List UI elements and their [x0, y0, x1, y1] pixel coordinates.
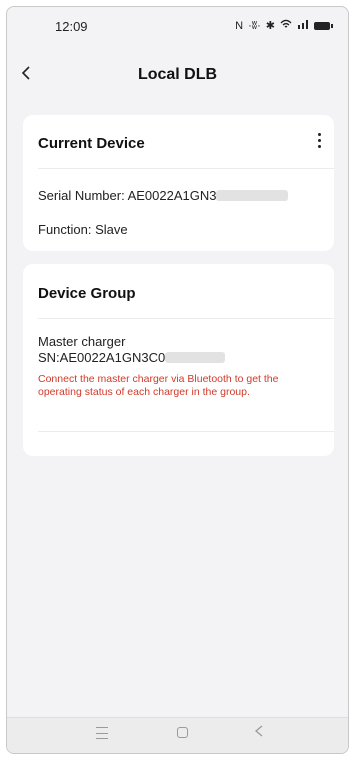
redacted-sn: [165, 352, 226, 363]
function-row: Function: Slave: [38, 222, 128, 237]
system-nav-bar: [7, 717, 348, 753]
bluetooth-icon: ✱: [265, 20, 275, 32]
master-sn-text: SN:AE0022A1GN3C0: [38, 350, 166, 365]
top-bar: Local DLB: [7, 55, 348, 95]
wifi-icon: [280, 19, 292, 32]
more-vertical-icon[interactable]: [314, 129, 324, 151]
back-triangle-icon[interactable]: [254, 725, 264, 740]
divider: [38, 168, 334, 169]
current-device-title: Current Device: [38, 135, 145, 152]
master-charger-sn: SN:AE0022A1GN3C0: [38, 350, 226, 365]
device-group-card: Device Group Master charger SN:AE0022A1G…: [23, 264, 334, 456]
nfc-icon: N: [235, 19, 244, 32]
master-charger-label: Master charger: [38, 334, 126, 349]
divider: [38, 318, 334, 319]
page-title: Local DLB: [137, 66, 218, 83]
vibrate-icon: ·ʬ·: [248, 19, 261, 32]
status-icons: N ·ʬ· ✱: [235, 19, 333, 32]
current-device-card: Current Device Serial Number: AE0022A1GN…: [23, 115, 334, 251]
status-time: 12:09: [55, 19, 88, 34]
signal-icon: [297, 19, 309, 32]
redacted-serial: [216, 190, 289, 201]
device-group-title: Device Group: [38, 285, 136, 302]
menu-icon[interactable]: [96, 727, 108, 739]
divider: [38, 431, 334, 432]
battery-icon: [314, 21, 333, 30]
home-icon[interactable]: [177, 727, 188, 738]
bluetooth-warning-text: Connect the master charger via Bluetooth…: [38, 373, 279, 398]
phone-screen: 12:09 N ·ʬ· ✱ Local DLB Current Device S…: [6, 6, 349, 754]
serial-number-text: Serial Number: AE0022A1GN3: [38, 188, 217, 203]
status-bar: 12:09 N ·ʬ· ✱: [7, 7, 348, 47]
serial-number-row: Serial Number: AE0022A1GN3: [38, 188, 289, 203]
